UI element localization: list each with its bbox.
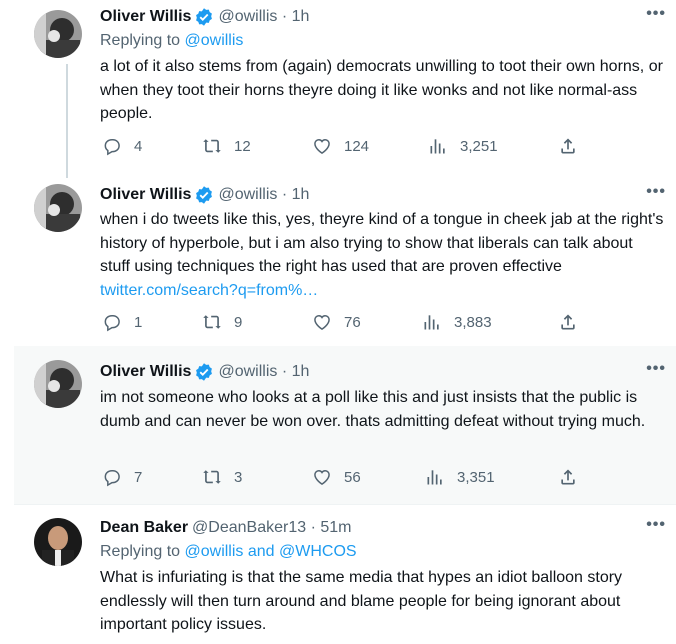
author-handle[interactable]: @owillis · 1h: [218, 186, 309, 204]
like-count: 56: [344, 468, 361, 486]
retweet-count: 12: [234, 137, 251, 155]
more-icon[interactable]: •••: [646, 5, 666, 23]
tweet-text-content: when i do tweets like this, yes, theyre …: [100, 211, 664, 275]
more-icon[interactable]: •••: [646, 516, 666, 534]
replying-to: Replying to @owillis: [100, 32, 243, 50]
retweet-count: 3: [234, 468, 243, 486]
tweet-1[interactable]: Oliver Willis @owillis · 1h ••• Replying…: [14, 0, 676, 176]
like-button[interactable]: 56: [312, 467, 361, 487]
like-button[interactable]: 76: [312, 312, 361, 332]
views-icon: [424, 315, 439, 330]
more-icon[interactable]: •••: [646, 183, 666, 201]
views-count: 3,251: [460, 137, 498, 155]
retweet-icon: [203, 139, 221, 153]
author-handle[interactable]: @owillis · 1h: [218, 8, 309, 26]
author-handle[interactable]: @owillis · 1h: [218, 363, 309, 381]
views-count: 3,883: [454, 313, 492, 331]
tweet-actions: 4 12 124 3,251: [100, 136, 590, 160]
replying-prefix: Replying to: [100, 543, 185, 560]
author-name[interactable]: Oliver Willis: [100, 8, 191, 26]
like-count: 124: [344, 137, 370, 155]
retweet-button[interactable]: 3: [202, 467, 242, 487]
share-icon: [561, 314, 575, 330]
avatar[interactable]: [34, 518, 82, 566]
views-icon: [430, 139, 445, 154]
like-icon: [314, 314, 330, 330]
share-button[interactable]: [558, 136, 590, 156]
avatar[interactable]: [34, 10, 82, 58]
reply-icon: [104, 470, 120, 487]
avatar[interactable]: [34, 184, 82, 232]
author-name[interactable]: Dean Baker: [100, 519, 188, 537]
tweet-text: when i do tweets like this, yes, theyre …: [100, 208, 666, 302]
views-icon: [427, 470, 442, 485]
tweet-actions: 1 9 76 3,883: [100, 312, 590, 336]
share-button[interactable]: [558, 467, 590, 487]
views-count: 3,351: [457, 468, 495, 486]
replying-to: Replying to @owillis and @WHCOS: [100, 543, 357, 561]
avatar[interactable]: [34, 360, 82, 408]
retweet-button[interactable]: 12: [202, 136, 251, 156]
retweet-count: 9: [234, 313, 243, 331]
like-icon: [314, 138, 330, 154]
verified-badge-icon: [194, 185, 214, 205]
reply-button[interactable]: 4: [102, 136, 142, 156]
replying-to-link[interactable]: @owillis and @WHCOS: [185, 543, 357, 560]
tweet-4[interactable]: Dean Baker @DeanBaker13 · 51m ••• Replyi…: [14, 505, 676, 644]
verified-badge-icon: [194, 7, 214, 27]
views-button[interactable]: 3,883: [422, 312, 492, 332]
reply-icon: [104, 315, 120, 332]
share-icon: [561, 469, 575, 485]
retweet-icon: [203, 470, 221, 484]
reply-icon: [104, 139, 120, 156]
tweet-link[interactable]: twitter.com/search?q=from%…: [100, 282, 318, 299]
reply-count: 7: [134, 468, 143, 486]
more-icon[interactable]: •••: [646, 360, 666, 378]
tweet-text: a lot of it also stems from (again) demo…: [100, 58, 663, 122]
tweet-header: Dean Baker @DeanBaker13 · 51m •••: [100, 516, 666, 540]
share-button[interactable]: [558, 312, 590, 332]
like-button[interactable]: 124: [312, 136, 369, 156]
author-name[interactable]: Oliver Willis: [100, 186, 191, 204]
replying-prefix: Replying to: [100, 32, 185, 49]
views-button[interactable]: 3,351: [425, 467, 495, 487]
like-icon: [314, 469, 330, 485]
replying-to-link[interactable]: @owillis: [185, 32, 244, 49]
tweet-2[interactable]: Oliver Willis @owillis · 1h ••• when i d…: [14, 176, 676, 346]
reply-button[interactable]: 1: [102, 312, 142, 332]
views-button[interactable]: 3,251: [428, 136, 498, 156]
retweet-icon: [203, 315, 221, 329]
tweet-header: Oliver Willis @owillis · 1h •••: [100, 183, 666, 207]
share-icon: [561, 138, 575, 154]
like-count: 76: [344, 313, 361, 331]
author-handle[interactable]: @DeanBaker13 · 51m: [192, 519, 351, 537]
tweet-header: Oliver Willis @owillis · 1h •••: [100, 5, 666, 29]
tweet-3[interactable]: Oliver Willis @owillis · 1h ••• im not s…: [14, 346, 676, 504]
tweet-text: What is infuriating is that the same med…: [100, 569, 623, 633]
reply-button[interactable]: 7: [102, 467, 142, 487]
reply-count: 4: [134, 137, 143, 155]
retweet-button[interactable]: 9: [202, 312, 242, 332]
reply-count: 1: [134, 313, 143, 331]
tweet-header: Oliver Willis @owillis · 1h •••: [100, 360, 666, 384]
tweet-text: im not someone who looks at a poll like …: [100, 389, 646, 430]
verified-badge-icon: [194, 362, 214, 382]
tweet-actions: 7 3 56 3,351: [100, 467, 590, 491]
author-name[interactable]: Oliver Willis: [100, 363, 191, 381]
